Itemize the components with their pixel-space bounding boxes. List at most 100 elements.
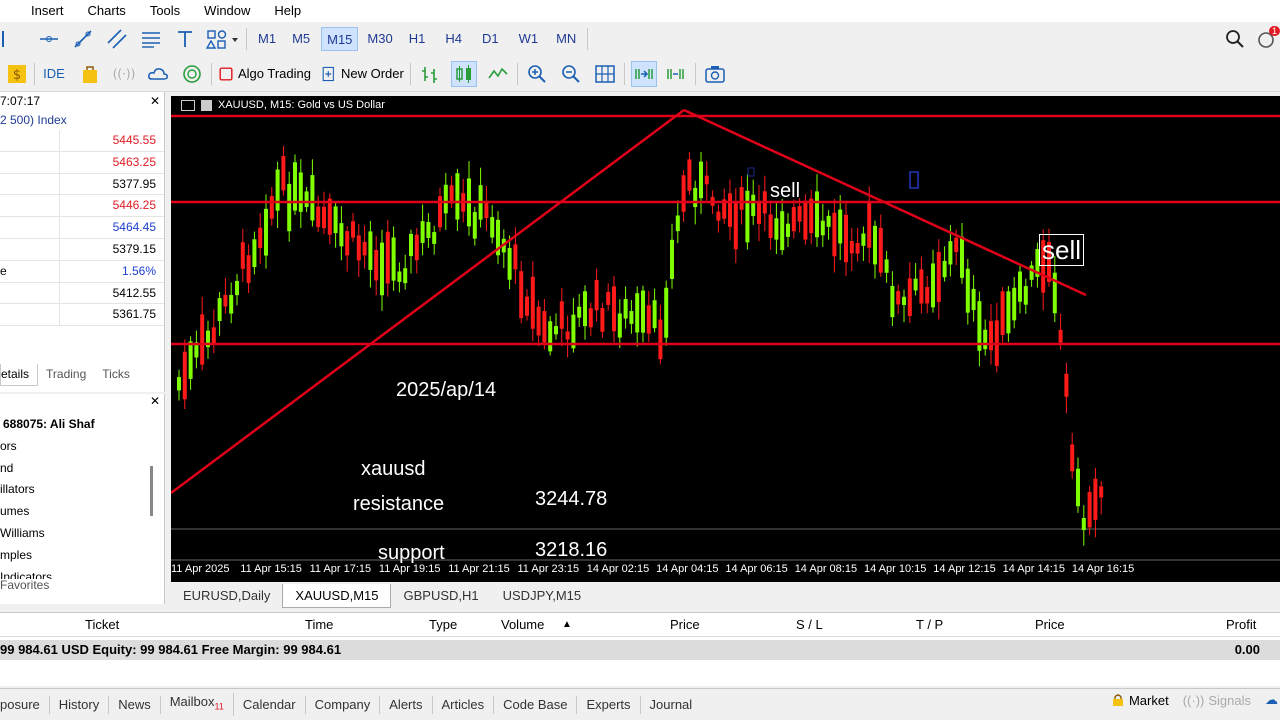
candle-body[interactable] — [965, 268, 970, 313]
candle-body[interactable] — [815, 191, 819, 238]
candle-body[interactable] — [861, 233, 866, 246]
timeframe-m30[interactable]: M30 — [362, 27, 397, 51]
candle-body[interactable] — [617, 313, 622, 338]
fibonacci-icon[interactable] — [138, 26, 164, 52]
candle-body[interactable] — [635, 293, 640, 333]
candle-body[interactable] — [182, 351, 187, 400]
candle-body[interactable] — [472, 212, 477, 239]
candle-body[interactable] — [391, 237, 396, 281]
tab-exposure[interactable]: posure — [0, 695, 50, 714]
candle-body[interactable] — [733, 201, 738, 250]
chart-window[interactable]: XAUUSD, M15: Gold vs US Dollar 2025/ap/1… — [171, 96, 1280, 582]
candle-body[interactable] — [1093, 478, 1098, 520]
ide-button[interactable]: IDE — [41, 61, 67, 87]
tab-alerts[interactable]: Alerts — [380, 695, 433, 714]
candle-body[interactable] — [728, 193, 732, 227]
candle-body[interactable] — [780, 211, 785, 251]
candle-body[interactable] — [774, 218, 779, 240]
tab-company[interactable]: Company — [306, 695, 381, 714]
annotation-resistance-label[interactable]: resistance — [353, 493, 444, 516]
candle-body[interactable] — [1012, 287, 1017, 321]
timeframe-m15[interactable]: M15 — [321, 27, 359, 51]
candle-body[interactable] — [258, 227, 263, 248]
market-watch-row[interactable]: e 1.56% — [0, 260, 164, 283]
candle-body[interactable] — [989, 321, 993, 351]
candle-body[interactable] — [287, 183, 292, 232]
menu-charts[interactable]: Charts — [76, 0, 138, 22]
candle-body[interactable] — [693, 187, 698, 208]
candle-body[interactable] — [223, 294, 228, 307]
col-sl[interactable]: S / L — [796, 617, 823, 632]
price-chart[interactable] — [171, 96, 1280, 582]
candle-body[interactable] — [519, 271, 524, 319]
candle-body[interactable] — [1006, 291, 1011, 334]
candle-body[interactable] — [1058, 329, 1063, 343]
candle-body[interactable] — [177, 377, 181, 391]
line-chart-icon[interactable] — [485, 61, 511, 87]
cursor-line-icon[interactable] — [0, 26, 22, 52]
market-watch-row[interactable]: 5377.95 — [0, 173, 164, 196]
menu-window[interactable]: Window — [192, 0, 262, 22]
candle-body[interactable] — [838, 209, 843, 244]
col-time[interactable]: Time — [305, 617, 333, 632]
close-icon[interactable]: ✕ — [150, 394, 160, 414]
candle-body[interactable] — [931, 263, 935, 308]
candle-body[interactable] — [577, 306, 582, 318]
search-icon[interactable] — [1222, 26, 1248, 52]
chart-tab-eurusd[interactable]: EURUSD,Daily — [171, 584, 282, 608]
candle-body[interactable] — [687, 159, 692, 191]
candle-body[interactable] — [675, 215, 680, 232]
tab-news[interactable]: News — [109, 695, 161, 714]
grid-icon[interactable] — [592, 61, 618, 87]
candle-body[interactable] — [1087, 491, 1092, 528]
market-watch-row[interactable]: 5412.55 — [0, 282, 164, 305]
candle-body[interactable] — [293, 162, 297, 211]
col-ticket[interactable]: Ticket — [85, 617, 119, 632]
nav-favorites[interactable]: Favorites — [0, 578, 49, 592]
candle-body[interactable] — [960, 236, 964, 278]
zoom-out-icon[interactable] — [558, 61, 584, 87]
col-price[interactable]: Price — [670, 617, 700, 632]
candle-body[interactable] — [316, 206, 321, 228]
candle-body[interactable] — [902, 296, 906, 305]
candle-body[interactable] — [1099, 486, 1104, 498]
market-watch-row[interactable]: 5379.15 — [0, 238, 164, 261]
nav-item-indicators-2[interactable]: Indicators — [0, 567, 164, 579]
candle-body[interactable] — [658, 319, 663, 360]
candle-body[interactable] — [490, 217, 495, 238]
candle-body[interactable] — [606, 291, 611, 305]
new-order-button[interactable]: New Order — [321, 61, 404, 87]
tab-trading[interactable]: Trading — [38, 364, 94, 386]
candle-body[interactable] — [339, 223, 344, 247]
candle-body[interactable] — [1076, 468, 1080, 507]
candle-body[interactable] — [240, 242, 245, 269]
chart-tab-xauusd[interactable]: XAUUSD,M15 — [282, 584, 392, 608]
candle-body[interactable] — [235, 280, 239, 296]
candle-body[interactable] — [594, 279, 599, 311]
vps-icon[interactable] — [179, 61, 205, 87]
menu-tools[interactable]: Tools — [138, 0, 192, 22]
cloud-icon[interactable]: ☁ — [1265, 692, 1278, 708]
timeframe-d1[interactable]: D1 — [477, 27, 504, 51]
nav-item-trend[interactable]: nd — [0, 458, 164, 480]
candle-body[interactable] — [971, 288, 976, 311]
bar-chart-icon[interactable] — [417, 61, 443, 87]
col-profit[interactable]: Profit — [1226, 617, 1256, 632]
tab-journal[interactable]: Journal — [641, 696, 702, 714]
tab-experts[interactable]: Experts — [577, 695, 641, 714]
candle-body[interactable] — [786, 223, 790, 237]
notifications-icon[interactable]: 1 — [1254, 26, 1280, 52]
candle-body[interactable] — [281, 156, 286, 191]
candle-body[interactable] — [304, 191, 309, 208]
candle-body[interactable] — [229, 294, 234, 314]
market-watch-row[interactable]: 5445.55 — [0, 130, 164, 152]
candle-body[interactable] — [530, 276, 535, 329]
signal-icon[interactable]: ((·)) — [111, 61, 137, 87]
candle-body[interactable] — [757, 201, 761, 224]
market-watch-row[interactable]: 5446.25 — [0, 195, 164, 218]
candle-body[interactable] — [907, 278, 912, 316]
tab-calendar[interactable]: Calendar — [234, 695, 306, 714]
candle-body[interactable] — [351, 221, 355, 238]
candle-body[interactable] — [652, 300, 657, 329]
candlestick-icon[interactable] — [450, 60, 477, 87]
